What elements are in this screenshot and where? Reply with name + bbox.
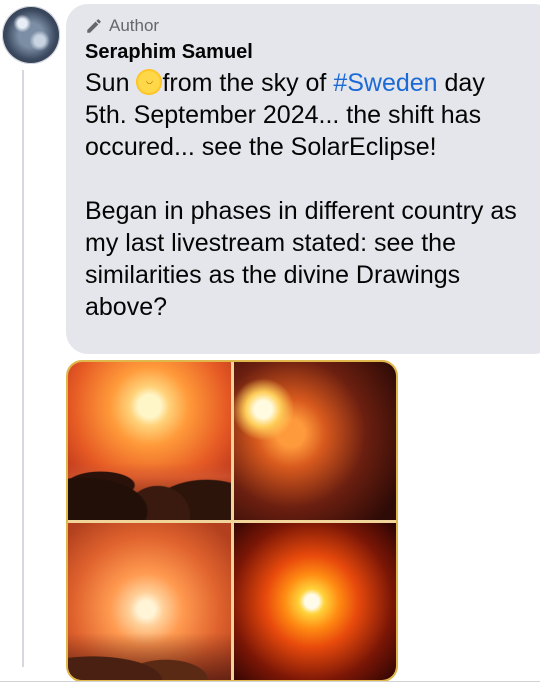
photo-gallery[interactable] (66, 360, 398, 682)
author-badge-row: Author (85, 15, 540, 37)
post-text-part: Sun (85, 69, 137, 97)
pencil-icon (87, 19, 101, 33)
photo-orange-sun[interactable] (233, 522, 396, 680)
hashtag-link[interactable]: #Sweden (333, 69, 437, 97)
post-text-part: from the sky of (162, 69, 334, 97)
post-text: Sun ◡ from the sky of #Sweden day 5th. Se… (85, 67, 525, 323)
author-name[interactable]: Seraphim Samuel (85, 39, 540, 65)
photo-sunset-trees[interactable] (68, 362, 231, 520)
sun-emoji-icon: ◡ (136, 69, 163, 95)
author-badge-label: Author (109, 16, 160, 35)
thread-line (22, 70, 24, 667)
photo-eclipse-crescent[interactable] (233, 362, 396, 520)
comment-bubble: Author Seraphim Samuel Sun ◡ from the sky… (66, 4, 540, 354)
photo-hazy-sun[interactable] (68, 522, 231, 680)
divider (0, 681, 540, 682)
post-text-paragraph: Began in phases in different country as … (85, 197, 517, 321)
avatar[interactable] (2, 6, 60, 64)
